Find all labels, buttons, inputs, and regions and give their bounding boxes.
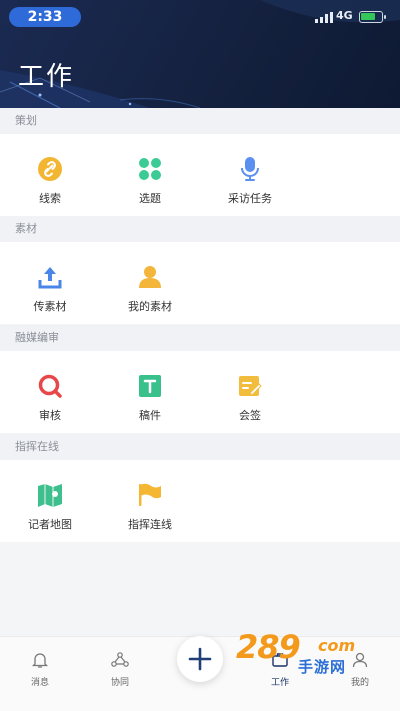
microphone-icon [241, 157, 259, 181]
grid-item-upload-material[interactable]: 传素材 [0, 264, 100, 314]
tab-label: 协同 [110, 678, 129, 688]
grid-item-label: 选题 [139, 192, 161, 205]
tab-collaboration[interactable]: 协同 [80, 651, 160, 688]
watermark-text: 手游网 [298, 658, 347, 676]
grid-item-label: 线索 [39, 192, 61, 205]
grid-item-countersign[interactable]: 会签 [200, 373, 300, 423]
section-header-planning: 策划 [0, 108, 400, 134]
tab-messages[interactable]: 消息 [0, 651, 80, 688]
grid-item-manuscripts[interactable]: 稿件 [100, 373, 200, 423]
watermark-number: 289 [236, 628, 301, 666]
signal-icon [315, 12, 333, 23]
grid-item-interview-tasks[interactable]: 采访任务 [200, 156, 300, 206]
grid-item-topics[interactable]: 选题 [100, 156, 200, 206]
network-icon [111, 652, 129, 667]
plus-icon [188, 647, 212, 671]
grid-item-label: 指挥连线 [128, 518, 172, 531]
section-command: 记者地图 指挥连线 [0, 460, 400, 542]
bell-icon [31, 653, 49, 668]
watermark-suffix: com [318, 636, 356, 655]
section-editing: 审核 稿件 会签 [0, 351, 400, 433]
countersign-icon [239, 376, 262, 396]
tab-label: 消息 [30, 678, 49, 688]
grid-item-command-link[interactable]: 指挥连线 [100, 482, 200, 532]
grid-item-label: 会签 [239, 409, 261, 422]
grid-item-label: 记者地图 [28, 518, 72, 531]
status-time: 2:33 [9, 7, 81, 27]
page-title: 工作 [18, 62, 75, 92]
add-button[interactable] [177, 636, 223, 682]
section-planning: 线索 选题 采访任务 [0, 134, 400, 216]
battery-icon [359, 11, 386, 23]
grid-item-label: 稿件 [139, 409, 161, 422]
section-header-editing: 融媒编审 [0, 325, 400, 351]
upload-icon [38, 267, 62, 289]
link-icon [38, 157, 62, 181]
user-folder-icon [139, 266, 161, 288]
grid-item-label: 审核 [39, 409, 61, 422]
manuscript-icon [139, 375, 161, 397]
grid-item-my-materials[interactable]: 我的素材 [100, 264, 200, 314]
status-bar: 2:33 4G [0, 0, 400, 32]
section-header-command: 指挥在线 [0, 434, 400, 460]
review-search-icon [38, 374, 62, 398]
flag-icon [139, 483, 161, 506]
network-type: 4G [336, 9, 353, 22]
header: 2:33 4G 工作 [0, 0, 400, 108]
grid-item-label: 我的素材 [128, 300, 172, 313]
grid-item-label: 采访任务 [228, 192, 272, 205]
grid-item-review[interactable]: 审核 [0, 373, 100, 423]
section-materials: 传素材 我的素材 [0, 242, 400, 324]
grid-item-reporter-map[interactable]: 记者地图 [0, 482, 100, 532]
map-icon [38, 484, 62, 507]
grid-item-clues[interactable]: 线索 [0, 156, 100, 206]
grid-item-label: 传素材 [33, 300, 67, 313]
section-header-materials: 素材 [0, 216, 400, 242]
clover-icon [139, 158, 161, 180]
